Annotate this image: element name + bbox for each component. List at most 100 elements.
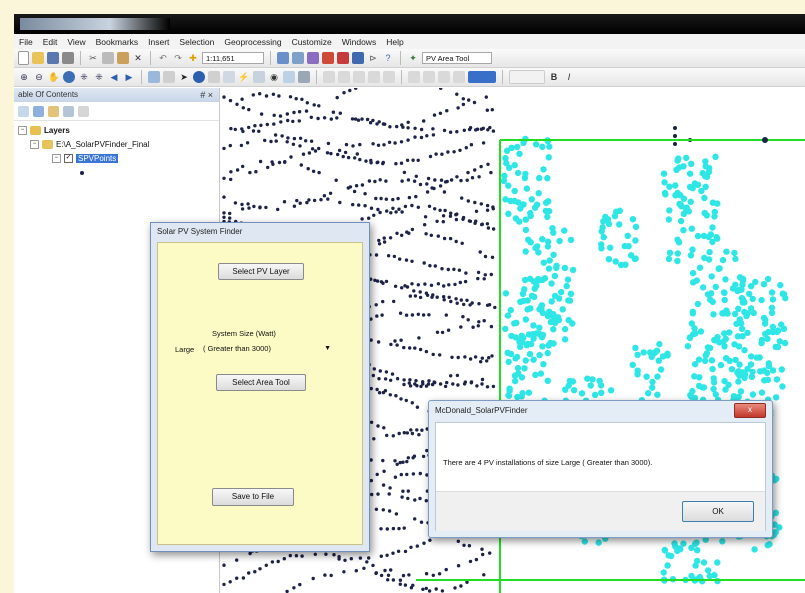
menu-help[interactable]: Help [381,37,408,47]
map-point [408,294,412,298]
model-builder-icon[interactable]: ⊳ [367,52,379,64]
drawing-tool-3-icon[interactable] [353,71,365,83]
map-point [391,526,396,531]
print-icon[interactable] [62,52,74,64]
menu-selection[interactable]: Selection [174,37,219,47]
time-slider-icon[interactable] [298,71,310,83]
fill-color-icon[interactable] [468,71,496,83]
drawing-tool-5-icon[interactable] [383,71,395,83]
list-by-selection-icon[interactable] [63,105,74,117]
open-folder-icon[interactable] [32,52,44,64]
layout-tool-2-icon[interactable] [423,71,435,83]
html-popup-icon[interactable] [253,71,265,83]
drawing-tool-1-icon[interactable] [323,71,335,83]
custom-toolbar-icon[interactable]: ✦ [407,52,419,64]
selected-map-point [747,361,755,368]
select-area-tool-button[interactable]: Select Area Tool [216,374,306,391]
catalog-icon[interactable] [307,52,319,64]
map-point [312,198,317,203]
new-document-icon[interactable] [18,51,29,65]
collapse-icon[interactable]: − [30,140,39,149]
selected-map-point [773,376,781,383]
fixed-zoom-out-icon[interactable]: ⁜ [93,71,105,83]
layout-tool-3-icon[interactable] [438,71,450,83]
selected-map-point [686,183,694,191]
back-extent-icon[interactable]: ◀ [108,71,120,83]
save-icon[interactable] [47,52,59,64]
collapse-icon[interactable]: − [52,154,61,163]
spvpoints-layer-label[interactable]: SPVPoints [76,154,119,163]
toc-options-icon[interactable] [78,105,89,117]
undo-icon[interactable]: ↶ [157,52,169,64]
redo-icon[interactable]: ↷ [172,52,184,64]
selected-map-point [528,196,535,203]
whats-this-icon[interactable]: ? [382,52,394,64]
paste-icon[interactable] [117,52,129,64]
menu-view[interactable]: View [62,37,90,47]
find-icon[interactable] [208,71,220,83]
forward-extent-icon[interactable]: ▶ [123,71,135,83]
collapse-icon[interactable]: − [18,126,27,135]
bold-icon[interactable]: B [548,71,560,83]
zoom-in-icon[interactable]: ⊕ [18,71,30,83]
menu-customize[interactable]: Customize [287,37,337,47]
close-icon[interactable]: x [734,403,766,418]
pan-icon[interactable]: ✋ [48,71,60,83]
toc-close-button[interactable]: # × [200,88,213,102]
pv-area-tool-combo[interactable]: PV Area Tool [422,52,492,64]
layer-visibility-checkbox[interactable]: ✓ [64,154,73,163]
select-features-icon[interactable] [148,71,160,83]
select-elements-icon[interactable]: ➤ [178,71,190,83]
system-size-select[interactable]: ( Greater than 3000) ▼ [200,342,334,355]
menu-file[interactable]: File [14,37,38,47]
list-by-visibility-icon[interactable] [48,105,59,117]
clear-selection-icon[interactable] [163,71,175,83]
arctoolbox-icon[interactable] [337,52,349,64]
italic-icon[interactable]: I [563,71,575,83]
menu-bookmarks[interactable]: Bookmarks [91,37,144,47]
selected-map-point [704,291,712,298]
map-point [374,571,378,575]
tree-row-spvpoints[interactable]: − ✓ SPVPoints [52,154,119,163]
layout-tool-4-icon[interactable] [453,71,465,83]
selected-map-point [541,275,549,282]
list-by-source-icon[interactable] [33,105,44,117]
full-extent-icon[interactable] [63,71,75,83]
python-window-icon[interactable] [352,52,364,64]
drawing-tool-4-icon[interactable] [368,71,380,83]
save-to-file-button[interactable]: Save to File [212,488,294,506]
menu-geoprocessing[interactable]: Geoprocessing [219,37,286,47]
table-of-contents-icon[interactable] [292,52,304,64]
font-combo-icon[interactable] [509,70,545,84]
fixed-zoom-in-icon[interactable]: ⁜ [78,71,90,83]
dropdown-arrow-icon[interactable]: ▼ [324,342,331,355]
identify-icon[interactable] [193,71,205,83]
delete-icon[interactable]: ✕ [132,52,144,64]
zoom-out-icon[interactable]: ⊖ [33,71,45,83]
editor-icon[interactable] [277,52,289,64]
binoculars-icon[interactable]: ◉ [268,71,280,83]
menu-insert[interactable]: Insert [143,37,174,47]
map-point [473,221,477,225]
layout-tool-1-icon[interactable] [408,71,420,83]
map-scale-input[interactable]: 1:11,651 [202,52,264,64]
tree-row-group[interactable]: − E:\A_SolarPVFinder_Final [30,140,149,149]
drawing-tool-2-icon[interactable] [338,71,350,83]
hyperlink-icon[interactable]: ⚡ [238,71,250,83]
measure-icon[interactable] [223,71,235,83]
group-layer-label: E:\A_SolarPVFinder_Final [56,140,150,149]
ok-button[interactable]: OK [682,501,754,522]
copy-icon[interactable] [102,52,114,64]
map-point [433,264,437,268]
cut-icon[interactable]: ✂ [87,52,99,64]
menu-windows[interactable]: Windows [337,37,381,47]
selected-map-point [723,355,730,362]
add-data-icon[interactable]: ✚ [187,52,199,64]
menu-edit[interactable]: Edit [38,37,63,47]
select-pv-layer-button[interactable]: Select PV Layer [218,263,304,280]
search-window-icon[interactable] [322,52,334,64]
tree-row-layers[interactable]: − Layers [18,126,70,135]
go-to-xy-icon[interactable] [283,71,295,83]
list-by-drawing-order-icon[interactable] [18,105,29,117]
map-point [401,125,405,129]
